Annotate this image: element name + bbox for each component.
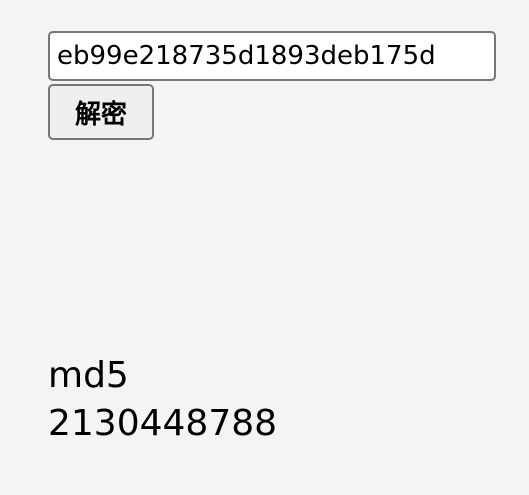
result-panel: md5 2130448788 <box>48 352 277 448</box>
decrypted-value: 2130448788 <box>48 403 278 444</box>
hash-type-label: md5 <box>48 355 129 396</box>
decrypt-button[interactable]: 解密 <box>48 84 154 140</box>
md5-decrypt-page: 解密 md5 2130448788 <box>0 0 529 495</box>
hash-input[interactable] <box>48 31 496 81</box>
